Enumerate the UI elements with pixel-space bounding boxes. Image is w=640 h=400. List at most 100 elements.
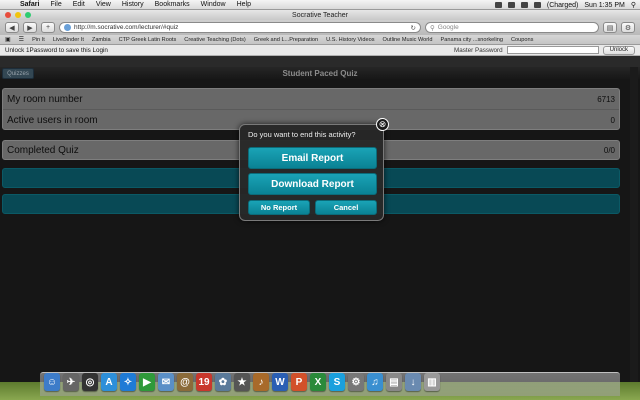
address-book-icon[interactable]: @ <box>177 373 193 391</box>
dashboard-icon[interactable]: ◎ <box>82 373 98 391</box>
completed-quiz-label: Completed Quiz <box>7 144 79 156</box>
page-content: Student Paced Quiz Quizzes My room numbe… <box>0 67 640 382</box>
password-bar: Unlock 1Password to save this Login Mast… <box>0 45 640 56</box>
download-report-button[interactable]: Download Report <box>248 173 377 195</box>
reading-list-icon[interactable]: ▣ <box>5 36 11 43</box>
bookmark-item[interactable]: Creative Teaching (Dots) <box>184 37 245 43</box>
bookmark-item[interactable]: Pin It <box>32 37 45 43</box>
menu-bookmarks[interactable]: Bookmarks <box>155 1 190 8</box>
master-password-input[interactable] <box>506 46 599 54</box>
imovie-icon[interactable]: ★ <box>234 373 250 391</box>
trash-icon[interactable]: ▥ <box>424 373 440 391</box>
minimize-window-button[interactable] <box>15 12 21 18</box>
dialog-title: Do you want to end this activity? <box>248 130 356 139</box>
bookmark-item[interactable]: Greek and L...Preparation <box>254 37 318 43</box>
menu-file[interactable]: File <box>50 1 61 8</box>
email-report-button[interactable]: Email Report <box>248 147 377 169</box>
safari-icon[interactable]: ✧ <box>120 373 136 391</box>
bookmark-item[interactable]: Outline Music World <box>383 37 433 43</box>
itunes-icon[interactable]: ♫ <box>367 373 383 391</box>
bookmark-item[interactable]: CTP Greek Latin Roots <box>119 37 177 43</box>
window-title: Socrative Teacher <box>292 11 348 19</box>
app-store-icon[interactable]: A <box>101 373 117 391</box>
close-icon[interactable]: ⊗ <box>376 118 389 131</box>
address-bar[interactable]: http://m.socrative.com/lecturer/#quiz ↻ <box>59 22 421 33</box>
launchpad-icon[interactable]: ✈ <box>63 373 79 391</box>
page-icon: ▤ <box>606 24 614 32</box>
title-bar: Socrative Teacher <box>0 10 640 20</box>
back-arrow-icon: ◀ <box>9 24 15 32</box>
plus-icon: + <box>45 24 51 31</box>
search-icon: ⚲ <box>430 24 435 32</box>
menu-view[interactable]: View <box>96 1 111 8</box>
skype-icon[interactable]: S <box>329 373 345 391</box>
battery-icon[interactable] <box>533 2 541 8</box>
spotlight-icon[interactable]: ⚲ <box>631 1 636 9</box>
wifi-icon[interactable] <box>507 2 515 8</box>
bookmark-item[interactable]: Panama city ...snorkeling <box>441 37 504 43</box>
settings-button[interactable]: ⚙ <box>621 22 635 33</box>
quizzes-button[interactable]: Quizzes <box>2 68 34 79</box>
bookmark-item[interactable]: LiveBinder It <box>53 37 84 43</box>
menu-safari[interactable]: Safari <box>20 1 39 8</box>
scrollbar[interactable] <box>630 67 638 382</box>
apple-menu-icon[interactable] <box>4 1 12 9</box>
menu-edit[interactable]: Edit <box>73 1 85 8</box>
password-message: Unlock 1Password to save this Login <box>5 46 108 54</box>
room-number-row: My room number 6713 <box>7 89 615 109</box>
documents-icon[interactable]: ▤ <box>386 373 402 391</box>
room-number-label: My room number <box>7 93 83 105</box>
volume-icon[interactable] <box>520 2 528 8</box>
gear-icon: ⚙ <box>624 24 632 32</box>
iphoto-icon[interactable]: ✿ <box>215 373 231 391</box>
master-password-label: Master Password <box>454 46 503 54</box>
facetime-icon[interactable]: ▶ <box>139 373 155 391</box>
unlock-button[interactable]: Unlock <box>602 45 635 55</box>
reload-icon[interactable]: ↻ <box>411 24 416 32</box>
downloads-icon[interactable]: ↓ <box>405 373 421 391</box>
finder-icon[interactable]: ☺ <box>44 373 60 391</box>
battery-status: (Charged) <box>546 1 579 9</box>
search-placeholder: Google <box>437 24 459 31</box>
active-users-value: 0 <box>610 115 615 125</box>
bookmark-item[interactable]: U.S. History Videos <box>326 37 374 43</box>
toolbar: ◀ ▶ + http://m.socrative.com/lecturer/#q… <box>0 20 640 35</box>
page-title: Student Paced Quiz <box>282 69 358 78</box>
url-text: http://m.socrative.com/lecturer/#quiz <box>74 24 179 31</box>
menu-extras: (Charged) Sun 1:35 PM ⚲ <box>494 0 636 10</box>
mail-icon[interactable]: ✉ <box>158 373 174 391</box>
room-number-value: 6713 <box>597 94 615 104</box>
menu-help[interactable]: Help <box>237 1 251 8</box>
show-all-bookmarks-icon[interactable]: ☰ <box>19 36 24 43</box>
forward-arrow-icon: ▶ <box>27 24 33 32</box>
forward-button[interactable]: ▶ <box>23 22 37 33</box>
menu-window[interactable]: Window <box>201 1 226 8</box>
window-controls <box>5 12 31 18</box>
word-icon[interactable]: W <box>272 373 288 391</box>
clock[interactable]: Sun 1:35 PM <box>584 2 624 9</box>
cancel-button[interactable]: Cancel <box>315 200 377 215</box>
bookmark-item[interactable]: Coupons <box>511 37 533 43</box>
menu-bar: Safari File Edit View History Bookmarks … <box>0 0 640 10</box>
add-bookmark-button[interactable]: + <box>41 22 55 33</box>
site-icon <box>64 24 71 31</box>
search-field[interactable]: ⚲ Google <box>425 22 599 33</box>
dock-icons: ☺ ✈ ◎ A ✧ ▶ ✉ @19 ✿ ★ ♪ W P X S ⚙ ♫ ▤ ↓ ▥ <box>44 373 440 391</box>
menu-history[interactable]: History <box>122 1 144 8</box>
powerpoint-icon[interactable]: P <box>291 373 307 391</box>
no-report-button[interactable]: No Report <box>248 200 310 215</box>
garageband-icon[interactable]: ♪ <box>253 373 269 391</box>
close-window-button[interactable] <box>5 12 11 18</box>
end-activity-dialog: Do you want to end this activity? ⊗ Emai… <box>239 118 389 221</box>
bookmark-item[interactable]: Zambia <box>92 37 111 43</box>
page-menu-button[interactable]: ▤ <box>603 22 617 33</box>
zoom-window-button[interactable] <box>25 12 31 18</box>
system-preferences-icon[interactable]: ⚙ <box>348 373 364 391</box>
back-button[interactable]: ◀ <box>5 22 19 33</box>
completed-quiz-value: 0/0 <box>603 145 615 155</box>
excel-icon[interactable]: X <box>310 373 326 391</box>
calendar-icon[interactable]: 19 <box>196 373 212 391</box>
active-users-label: Active users in room <box>7 114 98 126</box>
bookmarks-bar: ▣ ☰ Pin It LiveBinder It Zambia CTP Gree… <box>0 35 640 45</box>
bluetooth-icon[interactable] <box>494 2 502 8</box>
